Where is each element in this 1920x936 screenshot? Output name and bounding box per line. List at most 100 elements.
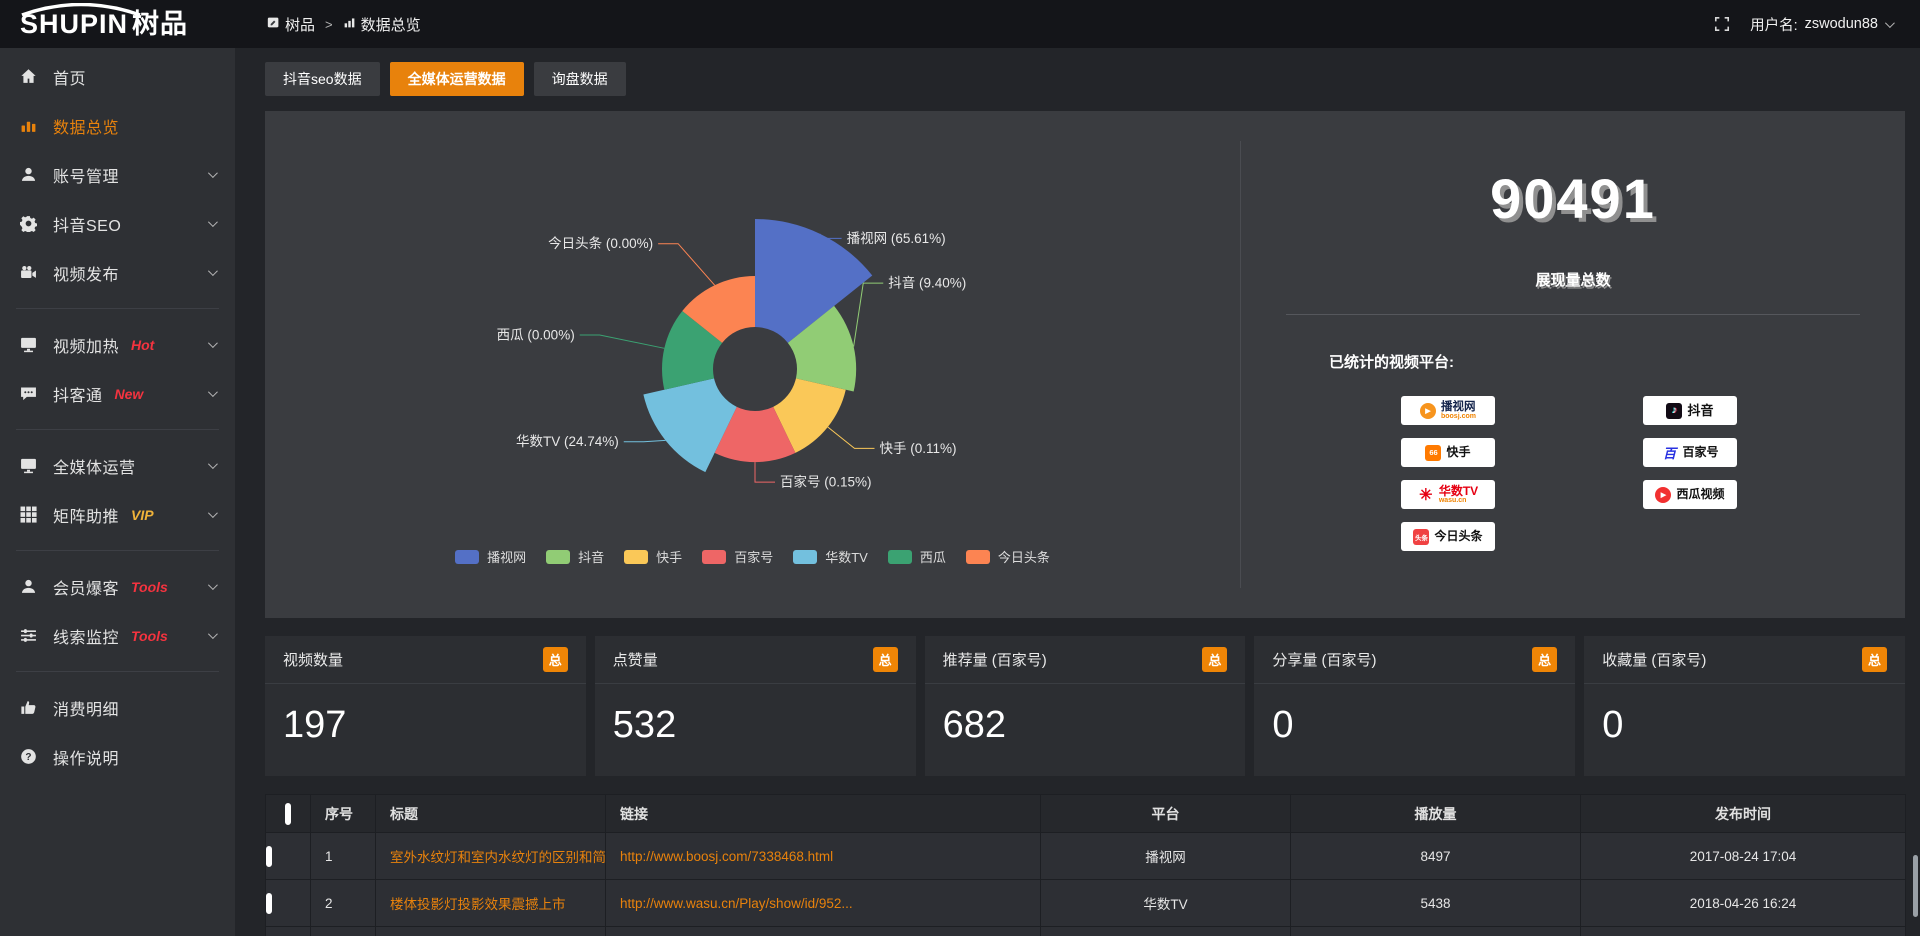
breadcrumb-current[interactable]: 数据总览 (343, 14, 421, 35)
platform-badge-toutiao: 头条今日头条 (1401, 522, 1495, 551)
doc-icon (267, 16, 280, 33)
stat-card-2: 点赞量总532 (595, 636, 916, 776)
breadcrumb-root[interactable]: 树品 (267, 14, 315, 35)
sidebar-item-media-ops[interactable]: 全媒体运营 (0, 441, 235, 490)
sidebar-divider (16, 429, 219, 430)
summary-panel: 90491 展现量总数 已统计的视频平台: ▶播视网boosj.com66快手✳… (1241, 111, 1905, 618)
cell-title[interactable]: 楼体投影灯投影效果震撼上市 (376, 880, 606, 927)
column-header: 标题 (376, 795, 606, 833)
wasu-logo-icon: ✳ (1418, 487, 1434, 503)
cell-index: 2 (311, 880, 376, 927)
overview-panel: 播视网 (65.61%)抖音 (9.40%)快手 (0.11%)百家号 (0.1… (265, 111, 1905, 618)
column-header: 发布时间 (1581, 795, 1906, 833)
sidebar-item-douyin-seo[interactable]: 抖音SEO (0, 199, 235, 248)
sidebar-item-video-boost[interactable]: 视频加热Hot (0, 320, 235, 369)
legend-swatch (455, 550, 479, 564)
legend-item-西瓜[interactable]: 西瓜 (888, 547, 946, 566)
legend-item-华数TV[interactable]: 华数TV (793, 547, 868, 566)
user-icon (20, 166, 38, 184)
video-camera-icon (20, 264, 38, 282)
select-all-checkbox[interactable] (285, 803, 291, 825)
sidebar-item-video-publish[interactable]: 视频发布 (0, 248, 235, 297)
scrollbar-thumb[interactable] (1913, 855, 1918, 917)
cell-link[interactable]: http://www.wasu.cn/Play/show/id/952... (606, 880, 1041, 927)
summary-divider (1286, 314, 1860, 315)
sidebar-item-douketong[interactable]: 抖客通New (0, 369, 235, 418)
sidebar-item-label: 线索监控 (53, 624, 119, 648)
sidebar-item-label: 操作说明 (53, 745, 119, 769)
platforms-label: 已统计的视频平台: (1329, 351, 1905, 372)
chevron-down-icon (208, 338, 218, 348)
platform-name: 华数TV (1439, 485, 1478, 498)
legend-item-抖音[interactable]: 抖音 (546, 547, 604, 566)
stat-card-value: 532 (595, 684, 916, 747)
platform-badge-boosj: ▶播视网boosj.com (1401, 396, 1495, 425)
select-all-cell (266, 795, 311, 833)
fullscreen-icon[interactable] (1714, 16, 1730, 32)
legend-item-百家号[interactable]: 百家号 (702, 547, 773, 566)
sidebar-item-leads-monitor[interactable]: 线索监控Tools (0, 611, 235, 660)
pie-label-line (580, 335, 665, 348)
sidebar-item-account-manage[interactable]: 账号管理 (0, 150, 235, 199)
sidebar-item-data-overview[interactable]: 数据总览 (0, 101, 235, 150)
cell-link[interactable]: http://www.boosj.com/7338468.html (606, 833, 1041, 880)
pie-label: 抖音 (9.40%) (888, 275, 966, 291)
stat-cards: 视频数量总197点赞量总532推荐量 (百家号)总682分享量 (百家号)总0收… (265, 636, 1905, 776)
tab-1[interactable]: 抖音seo数据 (265, 62, 380, 96)
legend-item-播视网[interactable]: 播视网 (455, 547, 526, 566)
chevron-down-icon (208, 580, 218, 590)
breadcrumb-root-label: 树品 (285, 14, 315, 35)
legend-item-快手[interactable]: 快手 (624, 547, 682, 566)
sidebar-item-home[interactable]: 首页 (0, 52, 235, 101)
platform-badge-wasu: ✳华数TVwasu.cn (1401, 480, 1495, 509)
user-menu[interactable]: 用户名: zswodun88 (1750, 14, 1892, 35)
cell-time: 2017-08-24 17:04 (1581, 833, 1906, 880)
platform-badge-kuaishou: 66快手 (1401, 438, 1495, 467)
pie-slice-华数TV[interactable] (643, 378, 736, 472)
sidebar-item-consume-detail[interactable]: 消费明细 (0, 683, 235, 732)
chevron-down-icon (208, 217, 218, 227)
svg-text:?: ? (25, 752, 31, 763)
cell-title[interactable] (376, 927, 606, 936)
sidebar-divider (16, 671, 219, 672)
stat-card-value: 682 (925, 684, 1246, 747)
row-checkbox[interactable] (266, 846, 272, 867)
total-badge: 总 (1862, 647, 1887, 672)
tab-2[interactable]: 全媒体运营数据 (390, 62, 524, 96)
gear-icon (20, 215, 38, 233)
tab-3[interactable]: 询盘数据 (534, 62, 626, 96)
legend-label: 快手 (656, 547, 682, 566)
total-impressions-label: 展现量总数 (1241, 269, 1905, 290)
sidebar-item-matrix-boost[interactable]: 矩阵助推VIP (0, 490, 235, 539)
sidebar-item-label: 视频发布 (53, 261, 119, 285)
legend-label: 西瓜 (920, 547, 946, 566)
cell-link[interactable] (606, 927, 1041, 936)
sidebar-item-label: 消费明细 (53, 696, 119, 720)
stat-card-4: 分享量 (百家号)总0 (1254, 636, 1575, 776)
legend-swatch (966, 550, 990, 564)
legend-swatch (793, 550, 817, 564)
pie-label-line (828, 427, 875, 448)
cell-index: 1 (311, 833, 376, 880)
sidebar-item-member-baoke[interactable]: 会员爆客Tools (0, 562, 235, 611)
cell-title[interactable]: 室外水纹灯和室内水纹灯的区别和简介 (376, 833, 606, 880)
row-checkbox[interactable] (266, 893, 272, 914)
sidebar-item-help[interactable]: ? 操作说明 (0, 732, 235, 781)
sidebar-item-label: 抖客通 (53, 382, 103, 406)
monitor-icon (20, 336, 38, 354)
app-logo[interactable]: SHUPIN树品 (0, 1, 235, 47)
legend-item-今日头条[interactable]: 今日头条 (966, 547, 1050, 566)
total-badge: 总 (543, 647, 568, 672)
legend-label: 播视网 (487, 547, 526, 566)
stat-card-3: 推荐量 (百家号)总682 (925, 636, 1246, 776)
stat-card-value: 0 (1254, 684, 1575, 747)
username-label: 用户名: (1750, 14, 1798, 35)
stat-card-value: 0 (1584, 684, 1905, 747)
pie-label: 百家号 (0.15%) (780, 474, 872, 490)
sidebar: 首页数据总览账号管理抖音SEO 视频发布视频加热Hot抖客通New 全媒体运营矩阵助… (0, 48, 235, 936)
platform-name: 百家号 (1682, 446, 1718, 459)
pie-label-line (755, 462, 775, 482)
sidebar-item-label: 数据总览 (53, 114, 119, 138)
column-header: 序号 (311, 795, 376, 833)
boosj-logo-icon: ▶ (1420, 403, 1436, 419)
